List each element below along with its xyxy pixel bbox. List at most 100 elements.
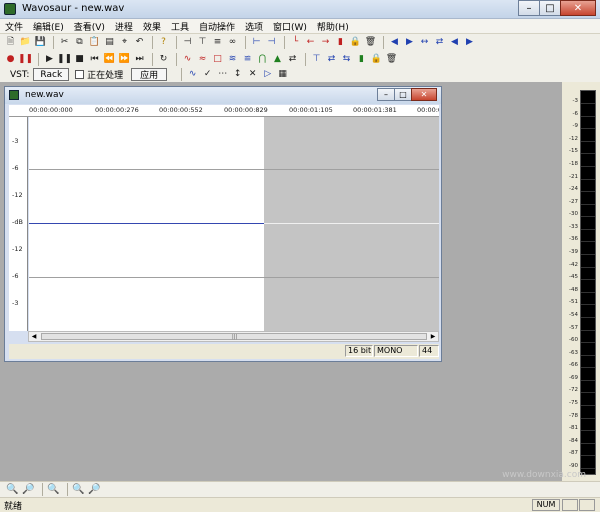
wave1-icon[interactable]: ∿ [181,53,194,66]
meter-label: -15 [569,148,578,155]
pause-icon[interactable]: ❚❚ [57,53,72,66]
meter-tick [581,279,595,281]
help-icon[interactable]: ? [157,36,170,49]
doc-close-button[interactable]: ✕ [411,88,437,101]
trim-left-icon[interactable]: ⊣ [181,36,194,49]
rewind-icon[interactable]: ⏪ [103,53,116,66]
processing-checkbox[interactable] [75,70,85,79]
toolbar-separator [176,53,177,66]
apply-button[interactable]: 应用 [131,68,168,81]
menu-file[interactable]: 文件 [0,19,28,33]
marker-left-icon[interactable]: ← [304,36,317,49]
envelope-icon[interactable]: ∿ [186,68,199,81]
lock2-icon[interactable]: 🔒 [370,53,383,66]
marker-blue3-icon[interactable]: ⇆ [340,53,353,66]
menu-automation[interactable]: 自动操作 [194,19,240,33]
zoom-out-icon[interactable]: 🔎 [22,483,35,496]
menu-window[interactable]: 窗口(W) [268,19,312,33]
trash-icon[interactable]: 🗑 [364,36,377,49]
pause-record-icon[interactable]: ❚❚ [18,53,33,66]
go-end-icon[interactable]: ⏭ [133,53,146,66]
cut-icon[interactable]: ✂ [58,36,71,49]
region-icon[interactable]: ▮ [334,36,347,49]
play-box-icon[interactable]: ▷ [261,68,274,81]
timeline-ruler[interactable]: 00:00:00:000 00:00:00:276 00:00:00:552 0… [9,105,439,117]
close-button[interactable]: ✕ [560,0,596,16]
zoom-fit-icon[interactable]: 🔍 [47,483,60,496]
normalize-icon[interactable]: ▲ [271,53,284,66]
status-cell [562,499,578,511]
menu-options[interactable]: 选项 [240,19,268,33]
snap-icon[interactable]: ▮ [355,53,368,66]
menu-view[interactable]: 查看(V) [69,19,110,33]
stop-icon[interactable]: ■ [73,53,86,66]
scroll-thumb[interactable]: ||| [41,333,427,340]
zoom-in-icon[interactable]: 🔍 [6,483,19,496]
undo-icon[interactable]: ↶ [133,36,146,49]
document-title-bar[interactable]: new.wav – □ ✕ [5,87,441,104]
scroll-left-icon[interactable]: ◀ [29,332,39,341]
trash2-icon[interactable]: 🗑 [385,53,398,66]
link-icon[interactable]: ∞ [226,36,239,49]
blue-marker1-icon[interactable]: ◀ [388,36,401,49]
menu-process[interactable]: 进程 [110,19,138,33]
arrow-left-icon[interactable]: ◀ [448,36,461,49]
arrow-right-icon[interactable]: ▶ [463,36,476,49]
paste-special-icon[interactable]: ▤ [103,36,116,49]
trim-right-icon[interactable]: ⊤ [196,36,209,49]
scroll-right-icon[interactable]: ▶ [428,332,438,341]
menu-tools[interactable]: 工具 [166,19,194,33]
marker-blue1-icon[interactable]: ⊤ [310,53,323,66]
marker-right-icon[interactable]: → [319,36,332,49]
marker-blue2-icon[interactable]: ⇄ [325,53,338,66]
wave2-icon[interactable]: ≈ [196,53,209,66]
menu-help[interactable]: 帮助(H) [312,19,354,33]
crop-icon[interactable]: ⌖ [118,36,131,49]
menu-edit[interactable]: 编辑(E) [28,19,69,33]
loop-icon[interactable]: ↻ [157,53,170,66]
wave5-icon[interactable]: ≌ [241,53,254,66]
go-start-icon[interactable]: ⏮ [88,53,101,66]
blue-marker2-icon[interactable]: ▶ [403,36,416,49]
play-icon[interactable]: ▶ [43,53,56,66]
record-icon[interactable]: ● [4,53,17,66]
wave-marker2-icon[interactable]: ⊣ [265,36,278,49]
document-window[interactable]: new.wav – □ ✕ 00:00:00:000 00:00:00:276 … [4,86,442,362]
wave4-icon[interactable]: ≋ [226,53,239,66]
meter-tick [581,316,595,318]
blue-marker4-icon[interactable]: ⇄ [433,36,446,49]
horizontal-scrollbar[interactable]: ◀ ||| ▶ [28,331,439,342]
grid-icon[interactable]: ▦ [276,68,289,81]
meter-tick [581,379,595,381]
wave-marker-icon[interactable]: ⊢ [250,36,263,49]
minimize-button[interactable]: – [518,0,540,16]
blue-marker3-icon[interactable]: ↔ [418,36,431,49]
save-icon[interactable]: 💾 [34,36,47,49]
copy-icon[interactable]: ⧉ [73,36,86,49]
waveform-area[interactable] [29,117,439,331]
meter-tick [581,342,595,344]
dashed-line-icon[interactable]: ⋯ [216,68,229,81]
rack-button[interactable]: Rack [33,68,70,81]
wave3-icon[interactable]: □ [211,53,224,66]
zoom-vertical-out-icon[interactable]: 🔎 [88,483,101,496]
maximize-button[interactable]: □ [539,0,561,16]
reverse-icon[interactable]: ⇄ [286,53,299,66]
time-label: 00:00:01:105 [289,106,333,114]
menu-effects[interactable]: 效果 [138,19,166,33]
marker-red-icon[interactable]: └ [289,36,302,49]
x-icon[interactable]: ✕ [246,68,259,81]
bit-depth: 16 bit [345,345,373,357]
mix-icon[interactable]: ⋂ [256,53,269,66]
vertical-arrows-icon[interactable]: ↕ [231,68,244,81]
new-file-icon[interactable]: 🗎 [4,36,17,49]
doc-maximize-button[interactable]: □ [394,88,412,101]
lock-icon[interactable]: 🔒 [349,36,362,49]
open-folder-icon[interactable]: 📁 [19,36,32,49]
forward-icon[interactable]: ⏩ [118,53,131,66]
zoom-vertical-in-icon[interactable]: 🔍 [72,483,85,496]
paste-icon[interactable]: 📋 [88,36,101,49]
doc-minimize-button[interactable]: – [377,88,395,101]
insert-silence-icon[interactable]: ≡ [211,36,224,49]
check-icon[interactable]: ✓ [201,68,214,81]
